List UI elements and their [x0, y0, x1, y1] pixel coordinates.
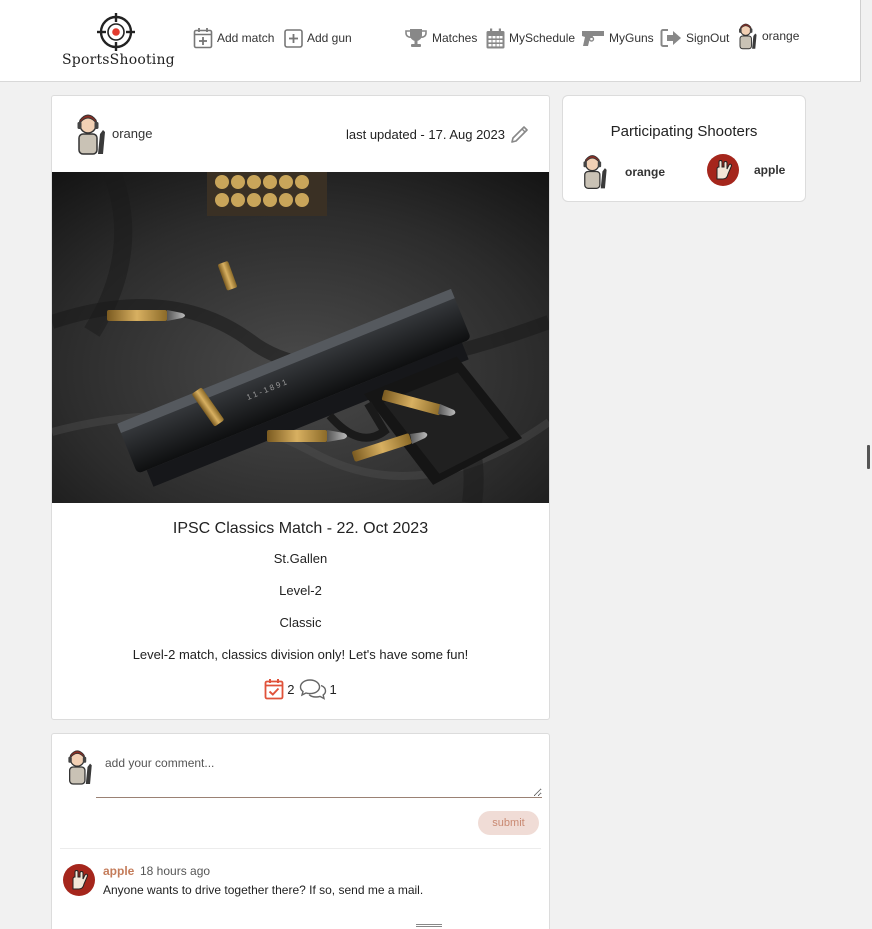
participants-title: Participating Shooters — [610, 123, 758, 140]
calendar-plus-icon — [193, 28, 213, 49]
comments-count: 1 — [329, 681, 337, 697]
pistol-icon — [582, 31, 604, 46]
calendar-check-icon — [264, 679, 284, 700]
navbar: SportsShooting Add match Add gun Matches… — [0, 0, 861, 82]
nav-my-schedule-label: MySchedule — [509, 31, 576, 45]
comments-toggle[interactable]: 1 — [299, 678, 337, 700]
participants-count: 2 — [287, 681, 295, 697]
avatar-orange-icon — [583, 155, 607, 189]
square-plus-icon — [284, 28, 303, 48]
match-level: Level-2 — [279, 583, 322, 598]
nav-user-name: orange — [762, 29, 800, 43]
edit-pencil-icon[interactable] — [509, 123, 531, 150]
avatar-orange-icon — [77, 114, 105, 155]
avatar-orange-icon — [68, 750, 92, 785]
participate-toggle[interactable]: 2 — [264, 678, 295, 700]
nav-add-gun[interactable]: Add gun — [284, 26, 352, 50]
site-logo[interactable]: SportsShooting — [62, 12, 175, 72]
comment-author-avatar[interactable] — [62, 863, 96, 902]
comment-text: Anyone wants to drive together there? If… — [103, 883, 424, 897]
resize-grip-icon[interactable] — [416, 924, 442, 925]
last-updated-text: last updated - 17. Aug 2023 — [345, 127, 505, 142]
avatar-apple-icon — [63, 864, 95, 896]
match-card: orange last updated - 17. Aug 2023 1 1 -… — [51, 95, 550, 720]
nav-matches-label: Matches — [432, 31, 478, 45]
nav-sign-out[interactable]: SignOut — [660, 26, 729, 50]
comments-icon — [299, 679, 326, 700]
current-user-avatar — [62, 748, 96, 791]
match-title: IPSC Classics Match - 22. Oct 2023 — [172, 520, 429, 537]
match-division: Classic — [279, 615, 322, 630]
nav-add-gun-label: Add gun — [307, 31, 352, 45]
participant-name: orange — [625, 164, 666, 179]
divider — [60, 848, 541, 849]
crosshair-logo-icon — [97, 13, 135, 51]
comment-time: 18 hours ago — [140, 864, 211, 878]
trophy-icon — [405, 29, 427, 47]
nav-sign-out-label: SignOut — [686, 31, 730, 45]
submit-button[interactable]: submit — [478, 811, 539, 835]
scrollbar-thumb[interactable] — [867, 445, 870, 469]
nav-matches[interactable]: Matches — [404, 26, 477, 50]
match-photo: 1 1 - 1 8 9 1 — [52, 172, 549, 503]
calendar-icon — [486, 28, 505, 48]
match-description: Level-2 match, classics division only! L… — [132, 647, 469, 662]
nav-my-schedule[interactable]: MySchedule — [486, 26, 575, 50]
avatar-orange-icon — [739, 23, 757, 50]
sign-out-icon — [660, 29, 681, 47]
participants-card: Participating Shooters orange apple — [562, 95, 806, 202]
author-avatar[interactable] — [70, 112, 110, 161]
participant-name: apple — [754, 163, 786, 177]
nav-my-guns[interactable]: MyGuns — [581, 26, 654, 50]
nav-user-profile[interactable]: orange — [733, 23, 800, 50]
participant-apple[interactable]: apple — [706, 153, 785, 187]
participant-orange[interactable]: orange — [577, 153, 665, 190]
match-stats: 2 1 — [52, 678, 549, 700]
nav-my-guns-label: MyGuns — [609, 31, 654, 45]
avatar-apple-icon — [707, 154, 739, 186]
author-name[interactable]: orange — [112, 126, 152, 141]
comment-card: submit apple 18 hours ago Anyone wants t… — [51, 733, 550, 929]
nav-add-match-label: Add match — [217, 31, 275, 45]
nav-add-match[interactable]: Add match — [193, 26, 274, 50]
comment-author[interactable]: apple — [103, 864, 134, 878]
logo-text: SportsShooting — [62, 52, 175, 68]
match-location: St.Gallen — [273, 551, 328, 566]
comment-input[interactable] — [96, 750, 542, 798]
